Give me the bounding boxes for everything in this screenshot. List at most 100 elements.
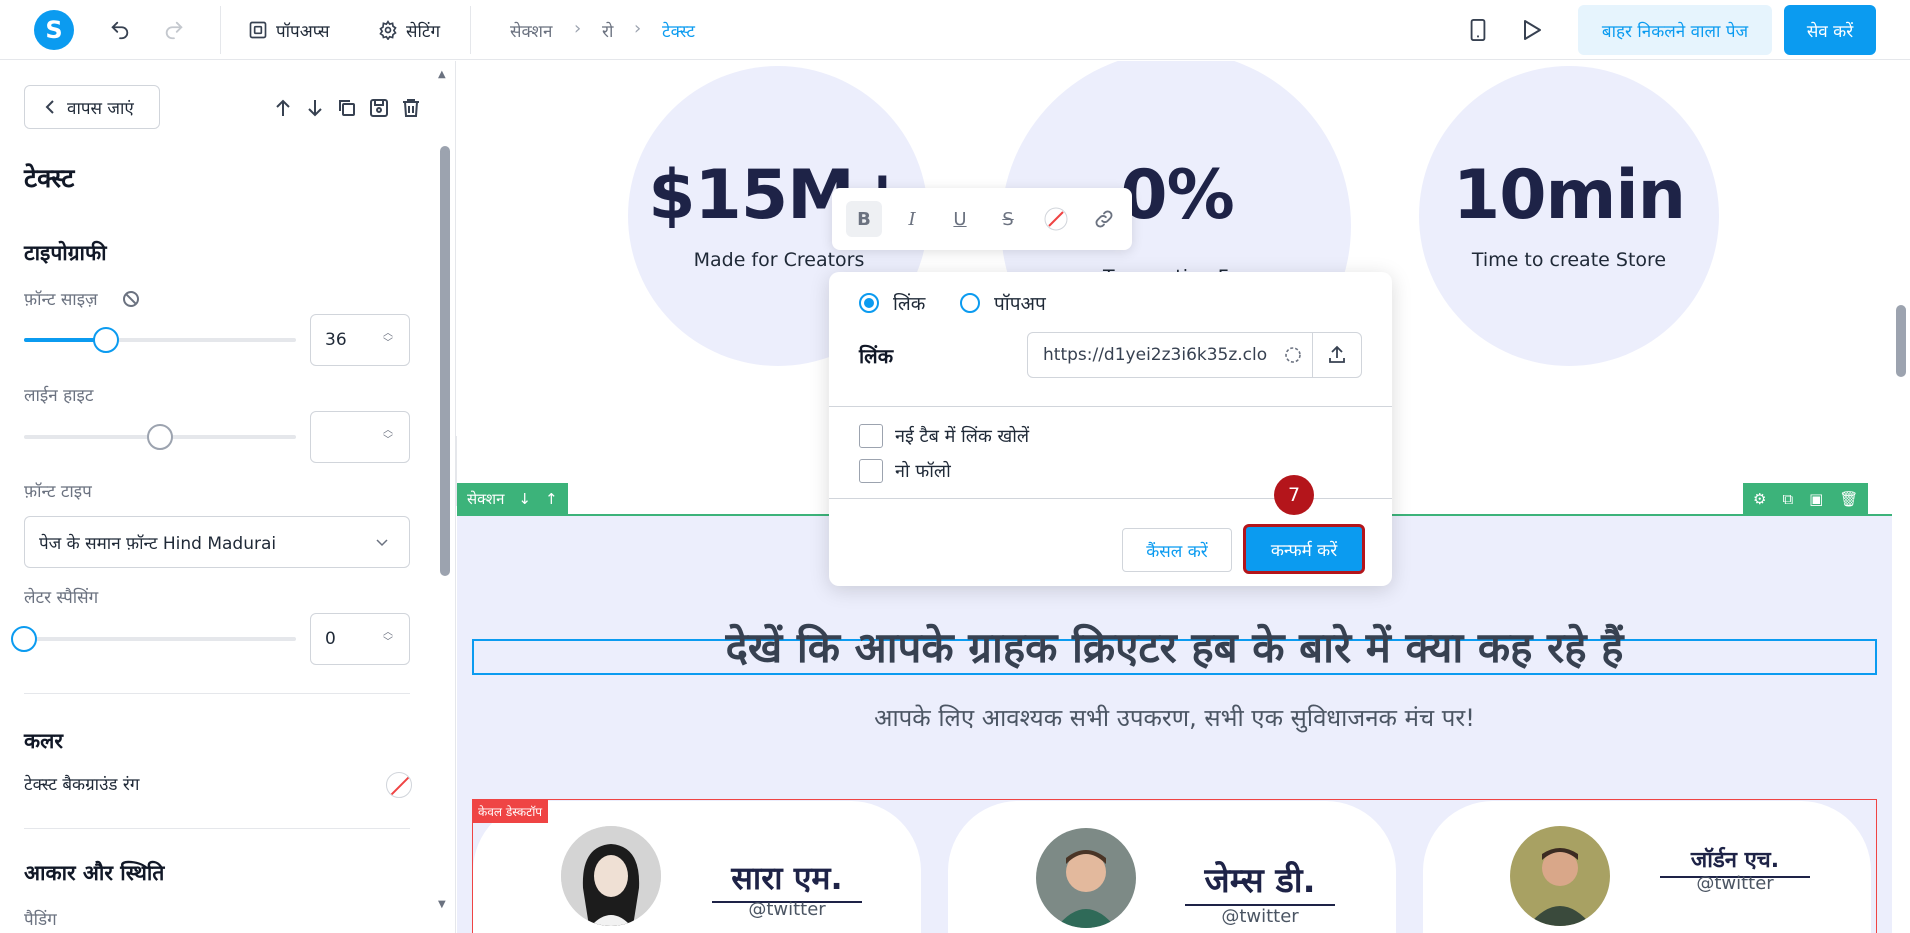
link-dialog: लिंक पॉपअप लिंक https://d1yei2z3i6k35z.c… [829,272,1392,586]
gear-icon [379,20,397,40]
strikethrough-icon[interactable]: S [990,201,1026,237]
testimonial-handle: @twitter [1221,906,1299,927]
canvas-scrollbar[interactable] [1893,61,1910,933]
letter-spacing-slider[interactable] [24,637,296,641]
panel-title: टेक्स्ट [24,164,75,194]
testimonial-handle: @twitter [1696,873,1774,894]
radio-checked-icon [859,293,879,313]
save-template-icon[interactable] [368,97,390,119]
upload-button[interactable] [1312,332,1362,378]
settings-label: सेटिंग [406,21,441,42]
move-up-icon[interactable] [272,97,294,119]
chevron-down-icon [375,533,389,553]
breadcrumb-section[interactable]: सेक्शन [510,19,552,42]
link-icon[interactable] [1086,201,1122,237]
text-background-color-label: टेक्स्ट बैकग्राउंड रंग [24,775,140,795]
stat-value: 10min [1452,156,1686,235]
popup-icon [249,21,267,39]
play-icon[interactable] [1520,18,1544,42]
color-heading: कलर [24,729,63,753]
save-button[interactable]: सेव करें [1784,5,1876,55]
upload-icon [1329,345,1345,363]
section-heading[interactable]: देखें कि आपके ग्राहक क्रिएटर हब के बारे … [457,618,1892,675]
text-format-toolbar: B I U S [832,188,1132,250]
duplicate-icon[interactable]: ⧉ [1782,490,1793,508]
stepper-arrows-icon[interactable]: ︿ ﹀ [383,329,393,349]
properties-sidebar: वापस जाएं टेक्स्ट टाइपोग्राफी फ़ॉन्ट साइ… [0,61,456,933]
redo-icon[interactable] [162,18,186,42]
italic-icon[interactable]: I [894,201,930,237]
back-button[interactable]: वापस जाएं [24,85,160,129]
sidebar-scrollbar[interactable] [440,146,450,576]
reset-icon[interactable] [122,290,140,312]
step-badge: 7 [1274,475,1314,515]
letter-spacing-value: 0 [325,629,336,649]
scroll-up-icon[interactable]: ▲ [438,69,446,80]
popups-button[interactable]: पॉपअप्स [248,16,330,44]
stat-label: Time to create Store [1471,249,1667,271]
save-icon[interactable]: ▣ [1809,490,1823,508]
trash-icon[interactable]: 🗑 [1839,490,1858,508]
stepper-arrows-icon[interactable]: ︿ ﹀ [383,628,393,648]
breadcrumb-chevron-icon: › [574,18,582,39]
line-height-slider-thumb[interactable] [147,424,173,450]
size-position-heading: आकार और स्थिति [24,861,165,885]
popups-label: पॉपअप्स [276,21,330,42]
mobile-preview-icon[interactable] [1466,18,1490,42]
no-color-swatch-icon[interactable] [386,772,412,798]
nofollow-checkbox[interactable]: नो फॉलो [859,459,951,483]
font-size-slider-thumb[interactable] [92,327,119,353]
gear-icon[interactable]: ⚙ [1753,490,1766,508]
url-input[interactable]: https://d1yei2z3i6k35z.cloudfront.net [1027,332,1313,378]
top-toolbar: S पॉपअप्स सेटिंग सेक्शन › रो › टेक्स्ट ब… [0,0,1910,60]
testimonial-name: जेम्स डी. [1185,856,1335,906]
open-new-tab-checkbox[interactable]: नई टैब में लिंक खोलें [859,424,1029,448]
duplicate-icon[interactable] [336,97,358,119]
cancel-button[interactable]: कैंसल करें [1122,528,1232,572]
font-size-input[interactable]: 36 ︿ ﹀ [310,314,410,366]
undo-icon[interactable] [108,18,132,42]
exit-page-button[interactable]: बाहर निकलने वाला पेज [1578,5,1772,55]
font-type-value: पेज के समान फ़ॉन्ट Hind Madurai [39,533,277,554]
nofollow-label: नो फॉलो [895,461,951,482]
section-toolbar: सेक्शन ↓ ↑ [457,483,568,515]
scroll-down-icon[interactable]: ▼ [438,899,446,910]
url-value: https://d1yei2z3i6k35z.cloudfront.net [1043,345,1268,365]
font-type-label: फ़ॉन्ट टाइप [24,482,92,502]
stepper-arrows-icon[interactable]: ︿ ﹀ [383,426,393,446]
line-height-input[interactable]: ︿ ﹀ [310,411,410,463]
avatar [1036,828,1136,928]
chevron-left-icon [45,100,54,114]
link-radio-label: लिंक [893,293,926,315]
text-color-icon[interactable] [1038,201,1074,237]
settings-button[interactable]: सेटिंग [378,16,440,44]
breadcrumb-chevron-icon: › [634,18,642,39]
bold-icon[interactable]: B [846,201,882,237]
arrow-up-icon[interactable]: ↑ [545,490,558,508]
testimonial-handle: @twitter [748,899,826,920]
divider [24,828,410,829]
section-label: सेक्शन [467,490,505,508]
arrow-down-icon[interactable]: ↓ [518,490,531,508]
letter-spacing-input[interactable]: 0 ︿ ﹀ [310,613,410,665]
trash-icon[interactable] [400,97,422,119]
font-size-slider[interactable] [24,338,296,342]
link-radio[interactable]: लिंक [859,290,925,316]
underline-icon[interactable]: U [942,201,978,237]
avatar [1510,826,1610,926]
move-down-icon[interactable] [304,97,326,119]
avatar [561,826,661,926]
letter-spacing-slider-thumb[interactable] [11,626,37,652]
breadcrumb-row[interactable]: रो [602,19,613,42]
radio-unchecked-icon [960,293,980,313]
testimonial-name: सारा एम. [712,856,862,903]
stat-label: Made for Creators [693,249,865,271]
font-size-value: 36 [325,330,347,350]
popup-radio[interactable]: पॉपअप [960,290,1046,316]
breadcrumb-text[interactable]: टेक्स्ट [662,19,695,42]
font-type-select[interactable]: पेज के समान फ़ॉन्ट Hind Madurai [24,516,410,568]
section-subheading[interactable]: आपके लिए आवश्यक सभी उपकरण, सभी एक सुविधा… [457,701,1892,734]
link-field-label: लिंक [859,344,894,368]
element-tools [272,97,422,119]
confirm-button[interactable]: कन्फर्म करें [1243,524,1365,574]
